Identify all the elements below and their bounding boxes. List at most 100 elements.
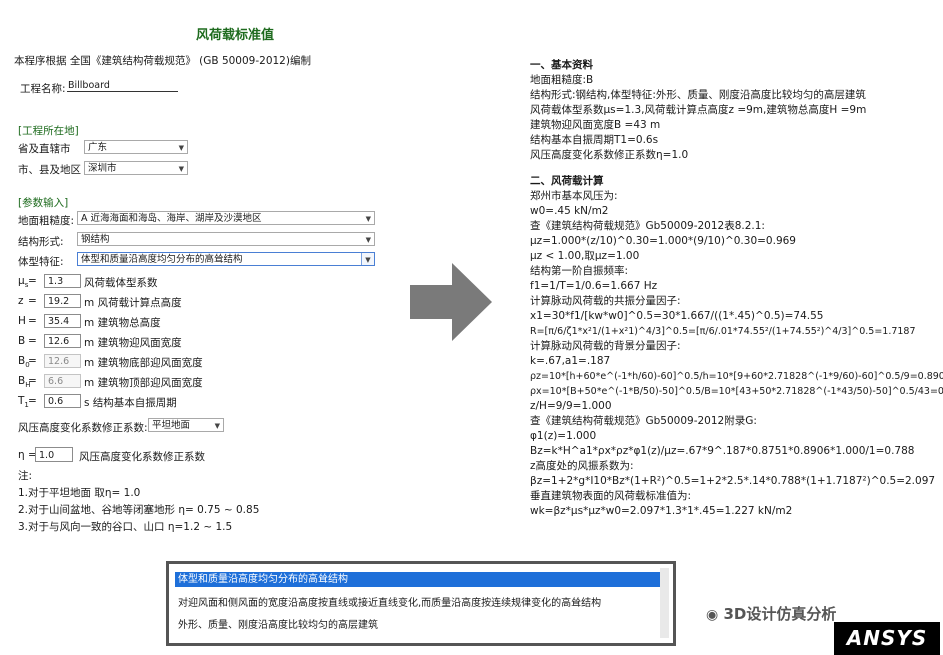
note-line: 2.对于山间盆地、谷地等闭塞地形 η= 0.75 ~ 0.85 <box>18 504 260 516</box>
result-line: ρz=10*[h+60*e^(-1*h/60)-60]^0.5/h=10*[9+… <box>530 371 943 382</box>
watermark-text: 3D设计仿真分析 <box>723 605 837 623</box>
params-header: [参数输入] <box>18 197 69 209</box>
location-header: [工程所在地] <box>18 125 79 137</box>
result-line: μz < 1.00,取μz=1.00 <box>530 250 640 262</box>
b0-input: 12.6 <box>44 354 81 368</box>
result-line: 建筑物迎风面宽度B =43 m <box>530 119 661 131</box>
result-line: z高度处的风振系数为: <box>530 460 634 472</box>
city-value: 深圳市 <box>88 163 117 174</box>
chevron-down-icon: ▼ <box>178 144 184 152</box>
notes: 注: 1.对于平坦地面 取η= 1.0 2.对于山间盆地、谷地等闭塞地形 η= … <box>18 468 259 536</box>
h-input[interactable]: 35.4 <box>44 314 81 328</box>
province-value: 广东 <box>88 142 108 153</box>
result-line: 风压高度变化系数修正系数η=1.0 <box>530 149 689 161</box>
result-line: φ1(z)=1.000 <box>530 430 597 442</box>
note-line: 1.对于平坦地面 取η= 1.0 <box>18 487 141 499</box>
param-unit: 风荷载体型系数 <box>84 277 158 289</box>
section-calc-title: 二、风荷载计算 <box>530 175 604 187</box>
param-unit: m 建筑物总高度 <box>84 317 161 329</box>
city-select[interactable]: 深圳市 ▼ <box>84 161 188 175</box>
result-line: f1=1/T=1/0.6=1.667 Hz <box>530 280 658 292</box>
result-line: 查《建筑结构荷载规范》Gb50009-2012附录G: <box>530 415 757 427</box>
result-line: 结构第一阶自振频率: <box>530 265 629 277</box>
result-line: ρx=10*[B+50*e^(-1*B/50)-50]^0.5/B=10*[43… <box>530 386 943 397</box>
equals-sign: = <box>28 355 37 367</box>
eta-unit: 风压高度变化系数修正系数 <box>79 451 205 463</box>
ansys-logo: ANSYS <box>834 622 940 655</box>
structure-value: 钢结构 <box>81 234 110 245</box>
chevron-down-icon: ▼ <box>214 422 220 430</box>
chevron-down-icon: ▼ <box>178 165 184 173</box>
result-line: x1=30*f1/[kw*w0]^0.5=30*1.667/((1*.45)^0… <box>530 310 824 322</box>
results-panel: 一、基本资料 地面粗糙度:B 结构形式:钢结构,体型特征:外形、质量、刚度沿高度… <box>530 58 943 519</box>
project-name-input[interactable]: Billboard <box>67 80 178 92</box>
eta-row: η = <box>18 449 37 461</box>
chevron-down-icon: ▼ <box>365 215 371 223</box>
roughness-label: 地面粗糙度: <box>18 215 75 227</box>
result-line: 地面粗糙度:B <box>530 74 594 86</box>
eta-symbol: η = <box>18 449 37 461</box>
watermark: ◉ 3D设计仿真分析 <box>706 603 836 624</box>
wechat-icon: ◉ <box>706 607 719 623</box>
chevron-down-icon: ▼ <box>361 253 374 265</box>
notes-header: 注: <box>18 470 33 482</box>
equals-sign: = <box>28 335 37 347</box>
result-line: 结构基本自振周期T1=0.6s <box>530 134 659 146</box>
result-line: z/H=9/9=1.000 <box>530 400 612 412</box>
mu-s-input[interactable]: 1.3 <box>44 274 81 288</box>
dropdown-list: 体型和质量沿高度均匀分布的高耸结构 对迎风面和侧风面的宽度沿高度按直线或接近直线… <box>166 561 676 646</box>
result-line: μz=1.000*(z/10)^0.30=1.000*(9/10)^0.30=0… <box>530 235 796 247</box>
result-line: 计算脉动风荷载的共振分量因子: <box>530 295 681 307</box>
dropdown-option[interactable]: 体型和质量沿高度均匀分布的高耸结构 <box>175 572 664 587</box>
right-arrow-icon <box>410 263 492 341</box>
feature-value: 体型和质量沿高度均匀分布的高耸结构 <box>81 254 243 265</box>
equals-sign: = <box>28 375 37 387</box>
param-unit: m 建筑物底部迎风面宽度 <box>84 357 203 369</box>
z-input[interactable]: 19.2 <box>44 294 81 308</box>
result-line: 结构形式:钢结构,体型特征:外形、质量、刚度沿高度比较均匀的高层建筑 <box>530 89 866 101</box>
dropdown-scrollbar[interactable] <box>660 568 669 638</box>
result-line: wk=βz*μs*μz*w0=2.097*1.3*1*.45=1.227 kN/… <box>530 505 793 517</box>
bh-input: 6.6 <box>44 374 81 388</box>
page-title: 风荷载标准值 <box>195 28 274 43</box>
roughness-value: A 近海海面和海岛、海岸、湖岸及沙漠地区 <box>81 213 262 224</box>
city-label: 市、县及地区 <box>18 164 81 176</box>
equals-sign: = <box>28 315 37 327</box>
intro-text: 本程序根据 全国《建筑结构荷载规范》 (GB 50009-2012)编制 <box>14 55 311 67</box>
result-line: Bz=k*H^a1*ρx*ρz*φ1(z)/μz=.67*9^.187*0.87… <box>530 445 915 457</box>
chevron-down-icon: ▼ <box>365 236 371 244</box>
result-line: k=.67,a1=.187 <box>530 355 611 367</box>
height-coef-select[interactable]: 平坦地面 ▼ <box>148 418 224 432</box>
section-basic-title: 一、基本资料 <box>530 59 593 71</box>
param-unit: m 建筑物顶部迎风面宽度 <box>84 377 203 389</box>
province-select[interactable]: 广东 ▼ <box>84 140 188 154</box>
result-line: 风荷载体型系数μs=1.3,风荷载计算点高度z =9m,建筑物总高度H =9m <box>530 104 867 116</box>
equals-sign: = <box>28 275 37 287</box>
structure-select[interactable]: 钢结构 ▼ <box>77 232 375 246</box>
result-line: 计算脉动风荷载的背景分量因子: <box>530 340 681 352</box>
result-line: 查《建筑结构荷载规范》Gb50009-2012表8.2.1: <box>530 220 765 232</box>
roughness-select[interactable]: A 近海海面和海岛、海岸、湖岸及沙漠地区 ▼ <box>77 211 375 225</box>
feature-select[interactable]: 体型和质量沿高度均匀分布的高耸结构 ▼ <box>77 252 375 266</box>
province-label: 省及直辖市 <box>18 143 71 155</box>
equals-sign: = <box>28 295 37 307</box>
b-input[interactable]: 12.6 <box>44 334 81 348</box>
param-unit: m 建筑物迎风面宽度 <box>84 337 182 349</box>
param-unit: m 风荷载计算点高度 <box>84 297 182 309</box>
height-coef-value: 平坦地面 <box>152 420 191 431</box>
param-unit: s 结构基本自振周期 <box>84 397 177 409</box>
result-line: 垂直建筑物表面的风荷载标准值为: <box>530 490 692 502</box>
result-line: w0=.45 kN/m2 <box>530 205 609 217</box>
structure-label: 结构形式: <box>18 236 64 248</box>
result-line: R=[π/6/ζ1*x²1/(1+x²1)^4/3]^0.5=[π/6/.01*… <box>530 326 916 337</box>
note-line: 3.对于与风向一致的谷口、山口 η=1.2 ~ 1.5 <box>18 521 233 533</box>
dropdown-option[interactable]: 对迎风面和侧风面的宽度沿高度按直线或接近直线变化,而质量沿高度按连续规律变化的高… <box>175 596 664 611</box>
project-name-label: 工程名称: <box>20 83 66 95</box>
feature-label: 体型特征: <box>18 256 64 268</box>
eta-input[interactable]: 1.0 <box>35 447 73 462</box>
equals-sign: = <box>28 395 37 407</box>
result-line: βz=1+2*g*I10*Bz*(1+R²)^0.5=1+2*2.5*.14*0… <box>530 475 936 487</box>
dropdown-option[interactable]: 外形、质量、刚度沿高度比较均匀的高层建筑 <box>175 618 664 633</box>
height-coef-label: 风压高度变化系数修正系数: <box>18 422 148 434</box>
t1-input[interactable]: 0.6 <box>44 394 81 408</box>
